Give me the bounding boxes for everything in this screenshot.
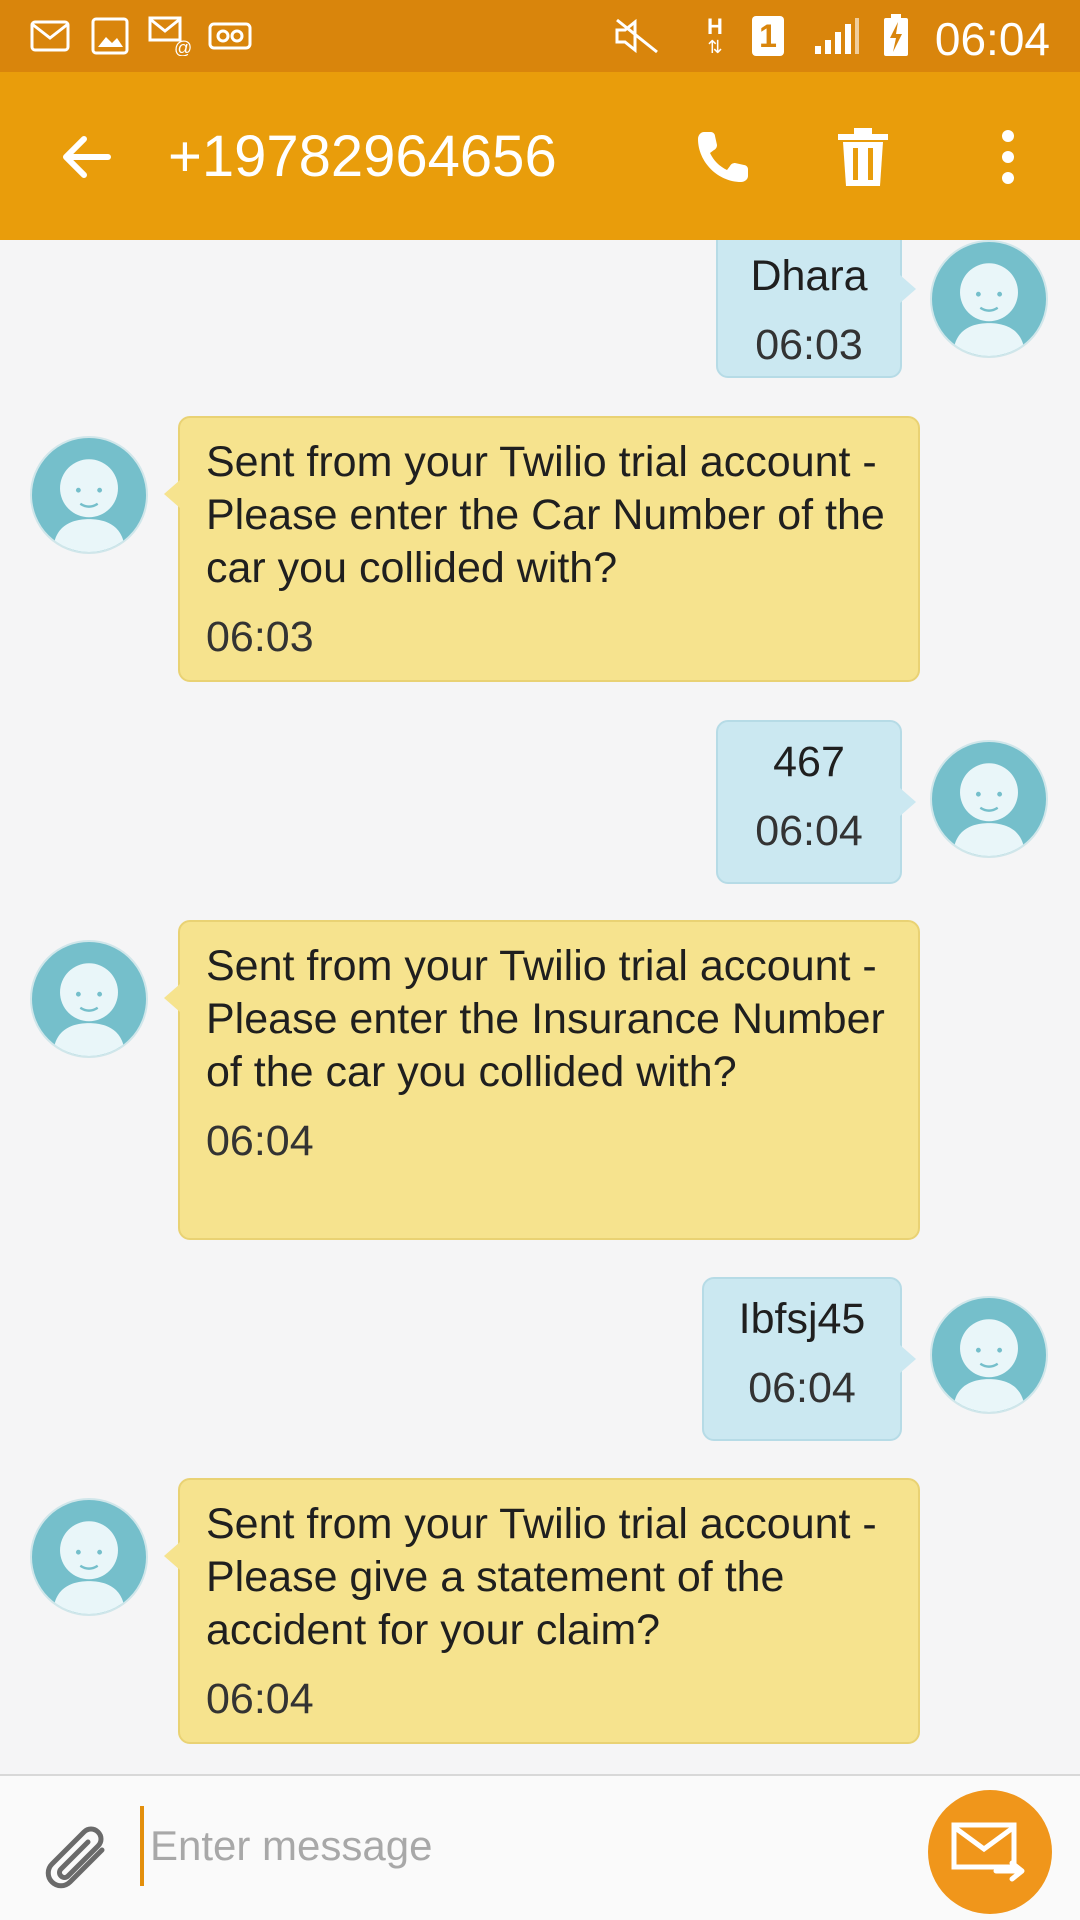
message-composer [0,1774,1080,1920]
message-time: 06:04 [206,1675,314,1723]
app-bar: +19782964656 [0,72,1080,240]
avatar[interactable] [930,740,1048,858]
outgoing-message[interactable]: Ibfsj45 06:04 [702,1277,916,1441]
call-icon[interactable] [690,124,756,190]
send-button[interactable] [928,1790,1052,1914]
message-time: 06:04 [755,807,863,855]
incoming-message[interactable]: Sent from your Twilio trial account - Pl… [164,1478,920,1744]
outgoing-message[interactable]: 467 06:04 [716,720,916,884]
message-time: 06:04 [206,1117,314,1165]
network-h-icon: H ⇅ [707,14,723,57]
conversation-title: +19782964656 [168,124,557,189]
gmail-icon [30,14,70,58]
avatar[interactable] [930,240,1048,358]
signal-icon [812,14,862,58]
message-time: 06:04 [748,1364,856,1412]
gallery-icon [90,14,130,58]
message-time: 06:03 [206,613,314,661]
incoming-message[interactable]: Sent from your Twilio trial account - Pl… [164,920,920,1240]
voicemail-icon [208,14,252,58]
network-label: H [707,14,723,39]
mute-icon [612,14,662,58]
trash-icon[interactable] [830,124,896,190]
message-time: 06:03 [755,321,863,369]
outgoing-message[interactable]: Dhara 06:03 [716,240,916,378]
avatar[interactable] [30,436,148,554]
message-text: Sent from your Twilio trial account - Pl… [206,1500,877,1654]
message-list[interactable]: Dhara 06:03 Sent from your Twilio trial … [0,240,1080,1774]
status-time: 06:04 [934,13,1050,65]
email-icon: @ [148,14,194,58]
message-text: Dhara [750,252,868,300]
avatar[interactable] [30,940,148,1058]
sim1-icon: 1 [750,14,786,58]
message-text: Ibfsj45 [738,1295,866,1343]
status-bar: @ H ⇅ 1 06:04 [0,0,1080,72]
sim-label: 1 [752,16,784,56]
paperclip-icon[interactable] [30,1812,110,1892]
send-icon [951,1822,1025,1882]
message-input[interactable] [140,1806,900,1886]
back-arrow-icon[interactable] [52,122,122,192]
battery-charging-icon [882,14,910,58]
avatar[interactable] [30,1498,148,1616]
message-text: Sent from your Twilio trial account - Pl… [206,438,885,592]
more-vert-icon[interactable] [990,124,1026,190]
svg-text:@: @ [174,38,192,56]
message-text: Sent from your Twilio trial account - Pl… [206,942,885,1096]
avatar[interactable] [930,1296,1048,1414]
incoming-message[interactable]: Sent from your Twilio trial account - Pl… [164,416,920,682]
message-text: 467 [773,738,845,786]
